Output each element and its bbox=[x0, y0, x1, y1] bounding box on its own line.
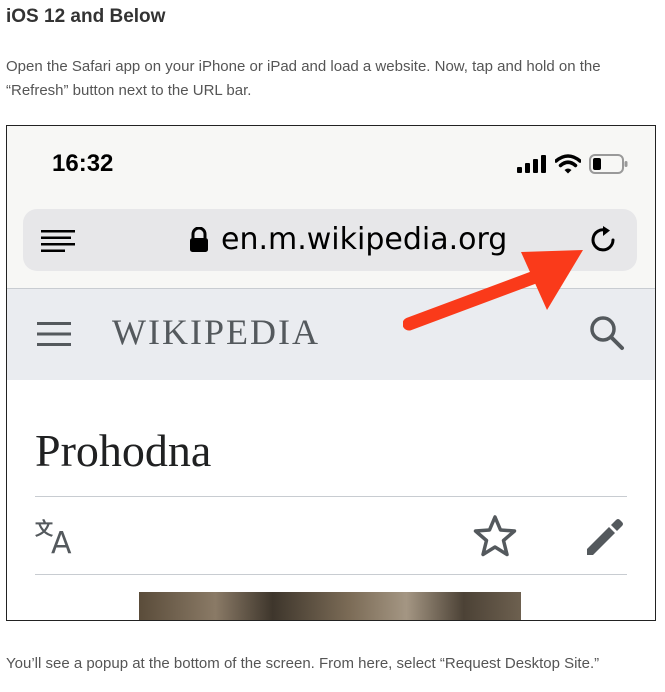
article-paragraph-intro: Open the Safari app on your iPhone or iP… bbox=[6, 58, 601, 99]
article-paragraph-popup: You’ll see a popup at the bottom of the … bbox=[6, 655, 600, 672]
page-actions: 文 A bbox=[35, 497, 627, 575]
wikipedia-logo[interactable]: WIKIPEDIA bbox=[112, 311, 320, 353]
status-time: 16:32 bbox=[52, 150, 114, 177]
menu-icon[interactable] bbox=[37, 321, 71, 347]
status-bar: 16:32 bbox=[7, 126, 655, 200]
article-image bbox=[139, 592, 521, 620]
svg-text:A: A bbox=[51, 526, 72, 555]
lock-icon bbox=[190, 226, 208, 252]
wiki-content: Prohodna 文 A bbox=[7, 380, 655, 620]
search-icon[interactable] bbox=[589, 315, 625, 351]
page-title: Prohodna bbox=[35, 425, 212, 476]
divider bbox=[35, 574, 627, 575]
cellular-signal-icon bbox=[517, 155, 546, 173]
language-icon[interactable]: 文 A bbox=[35, 517, 81, 555]
star-icon[interactable] bbox=[473, 515, 517, 557]
reader-view-icon[interactable] bbox=[41, 229, 75, 253]
article-heading: iOS 12 and Below bbox=[6, 6, 166, 27]
status-icons bbox=[517, 154, 629, 174]
pencil-icon[interactable] bbox=[583, 517, 625, 559]
arrow-annotation bbox=[403, 250, 583, 331]
battery-icon bbox=[589, 154, 628, 174]
wifi-icon bbox=[555, 154, 581, 174]
refresh-icon[interactable] bbox=[589, 225, 619, 255]
phone-screenshot: 16:32 en.m.wikipedia.org WIKIPEDIA Proho… bbox=[6, 125, 656, 621]
